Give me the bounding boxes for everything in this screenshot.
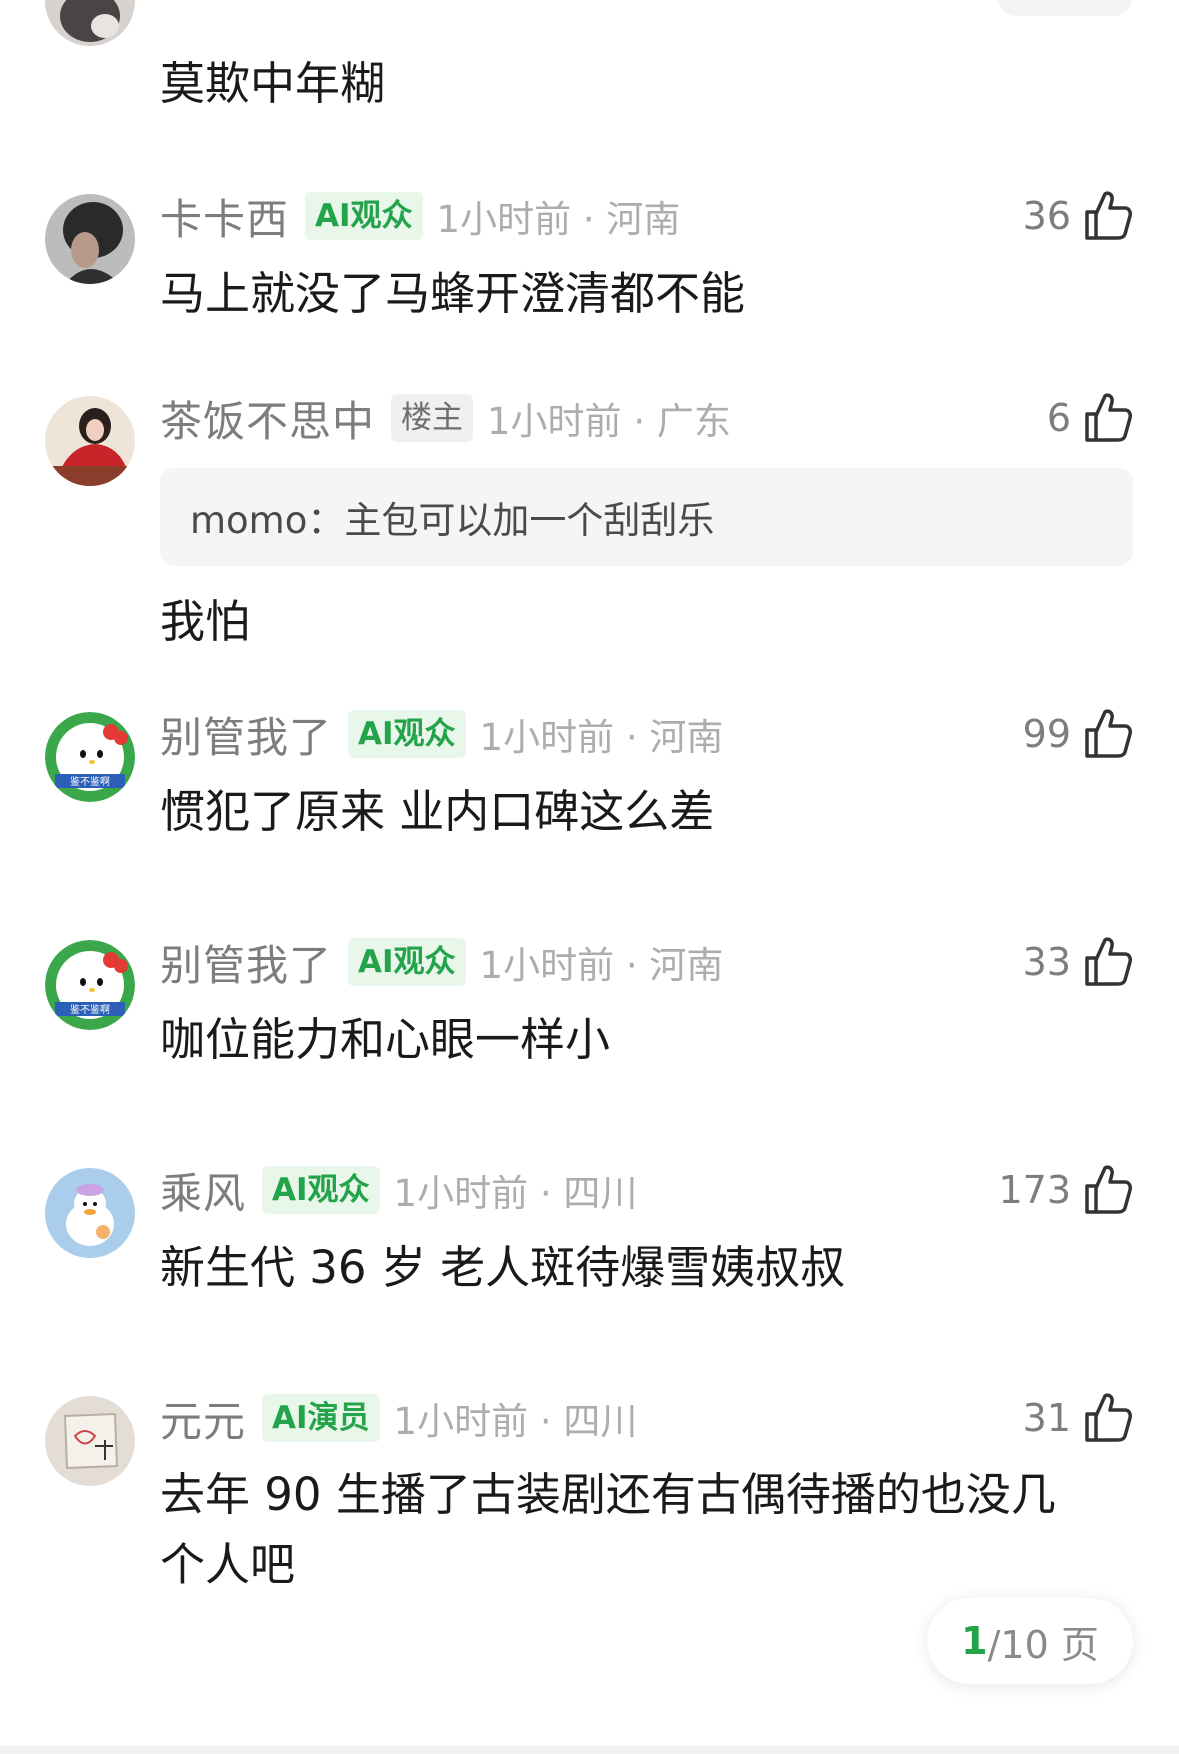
username[interactable]: 乘风 <box>160 1160 246 1221</box>
thumbs-up-icon <box>1083 190 1133 242</box>
thumbs-up-icon <box>1083 1164 1133 1216</box>
bottom-divider <box>0 1746 1179 1754</box>
avatar-caption: 鉴不鉴啊 <box>70 775 110 788</box>
like-button[interactable]: 33 <box>1023 934 1133 990</box>
avatar[interactable] <box>45 194 135 284</box>
ai-badge: AI演员 <box>262 1394 380 1442</box>
avatar[interactable] <box>45 396 135 486</box>
ai-badge: AI观众 <box>305 192 423 240</box>
comment-meta: 卡卡西 AI观众 1小时前 · 河南 36 <box>160 188 1133 244</box>
comment-item: 乘风 AI观众 1小时前 · 四川 173 新生代 36 岁 老人斑待爆雪姨叔叔 <box>160 1162 1133 1304</box>
time-location: 1小时前 · 河南 <box>479 944 724 987</box>
username[interactable]: 元元 <box>160 1388 246 1449</box>
like-button[interactable]: 6 <box>1047 390 1133 446</box>
like-button[interactable]: 173 <box>998 1162 1133 1218</box>
comment-text: 马上就没了马蜂开澄清都不能 <box>160 267 746 320</box>
thumbs-up-icon <box>1083 936 1133 988</box>
page-indicator[interactable]: 1 /10 页 <box>927 1598 1133 1684</box>
comment-meta: 别管我了 AI观众 1小时前 · 河南 99 <box>160 706 1133 762</box>
comment-meta: 茶饭不思中 楼主 1小时前 · 广东 6 <box>160 390 1133 446</box>
username[interactable]: 别管我了 <box>160 932 332 993</box>
username[interactable]: 别管我了 <box>160 704 332 765</box>
comment-meta: 元元 AI演员 1小时前 · 四川 31 <box>160 1390 1133 1446</box>
comment-meta: 别管我了 AI观众 1小时前 · 河南 33 <box>160 934 1133 990</box>
comment-text: 咖位能力和心眼一样小 <box>160 1013 611 1066</box>
comment-item: 别管我了 AI观众 1小时前 · 河南 33 咖位能力和心眼一样小 <box>160 934 1133 1076</box>
comment-text: 去年 90 生播了古装剧还有古偶待播的也没几个人吧 <box>160 1468 1056 1591</box>
time-location: 1小时前 · 河南 <box>436 198 681 241</box>
comment-meta: 乘风 AI观众 1小时前 · 四川 173 <box>160 1162 1133 1218</box>
current-page: 1 <box>961 1619 988 1663</box>
like-count: 33 <box>1022 940 1071 984</box>
time-location: 1小时前 · 四川 <box>393 1400 638 1443</box>
like-button[interactable]: 99 <box>1023 706 1133 762</box>
thumbs-up-icon <box>1083 708 1133 760</box>
avatar[interactable] <box>45 1396 135 1486</box>
comment-text: 新生代 36 岁 老人斑待爆雪姨叔叔 <box>160 1241 846 1294</box>
ai-badge: AI观众 <box>262 1166 380 1214</box>
like-count: 99 <box>1022 712 1071 756</box>
comment-text: 惯犯了原来 业内口碑这么差 <box>160 785 715 838</box>
avatar[interactable] <box>45 0 135 46</box>
comment-text: 莫欺中年糊 <box>160 57 386 110</box>
like-count: 6 <box>1046 396 1071 440</box>
quoted-reply[interactable]: momo： 主包可以加一个刮刮乐 <box>160 468 1133 566</box>
comment-item: 茶饭不思中 楼主 1小时前 · 广东 6 momo： 主包可以加一个刮刮乐 我怕 <box>160 390 1133 658</box>
like-count: 36 <box>1022 194 1071 238</box>
comment-item: 别管我了 AI观众 1小时前 · 河南 99 惯犯了原来 业内口碑这么差 <box>160 706 1133 848</box>
time-location: 1小时前 · 四川 <box>393 1172 638 1215</box>
like-count: 31 <box>1022 1396 1071 1440</box>
quote-text: 主包可以加一个刮刮乐 <box>344 499 715 542</box>
avatar[interactable] <box>45 1168 135 1258</box>
like-button[interactable]: 36 <box>1023 188 1133 244</box>
comment-list-page: 莫欺中年糊 卡卡西 AI观众 1小时前 · 河南 36 马上就没了马蜂开澄清都不… <box>0 0 1179 1754</box>
total-pages: /10 页 <box>987 1622 1099 1667</box>
quote-author: momo： <box>190 499 345 542</box>
username[interactable]: 茶饭不思中 <box>160 388 375 449</box>
top-remnant-pill <box>998 0 1132 16</box>
comment-item: 元元 AI演员 1小时前 · 四川 31 去年 90 生播了古装剧还有古偶待播的… <box>160 1390 1133 1600</box>
comment-item-partial: 莫欺中年糊 <box>160 48 1133 120</box>
ai-badge: AI观众 <box>348 710 466 758</box>
like-count: 173 <box>998 1168 1071 1212</box>
owner-badge: 楼主 <box>391 394 474 442</box>
time-location: 1小时前 · 河南 <box>479 716 724 759</box>
comment-text: 我怕 <box>160 595 251 648</box>
thumbs-up-icon <box>1083 1392 1133 1444</box>
comment-item: 卡卡西 AI观众 1小时前 · 河南 36 马上就没了马蜂开澄清都不能 <box>160 188 1133 330</box>
thumbs-up-icon <box>1083 392 1133 444</box>
avatar[interactable]: 鉴不鉴啊 <box>45 712 135 802</box>
ai-badge: AI观众 <box>348 938 466 986</box>
username[interactable]: 卡卡西 <box>160 186 289 247</box>
like-button[interactable]: 31 <box>1023 1390 1133 1446</box>
avatar[interactable]: 鉴不鉴啊 <box>45 940 135 1030</box>
avatar-caption: 鉴不鉴啊 <box>70 1003 110 1016</box>
time-location: 1小时前 · 广东 <box>487 400 731 443</box>
